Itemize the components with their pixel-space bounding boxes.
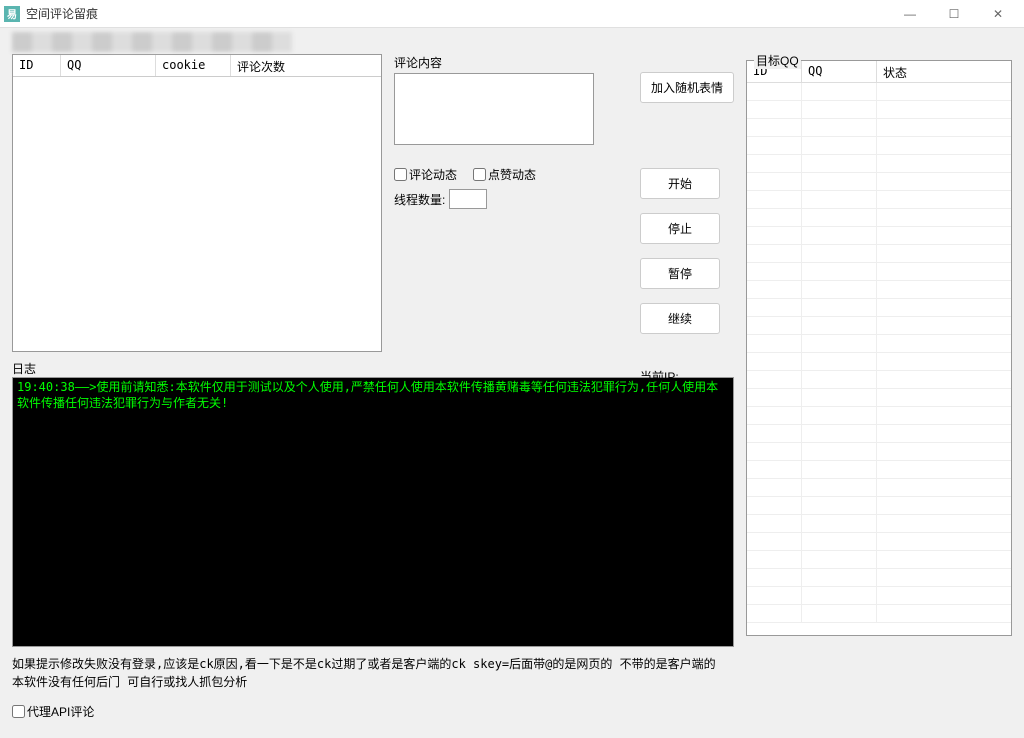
accounts-table-header: ID QQ cookie 评论次数 xyxy=(13,55,381,77)
add-emoji-button[interactable]: 加入随机表情 xyxy=(640,72,734,103)
table-row[interactable] xyxy=(747,425,1011,443)
stop-button[interactable]: 停止 xyxy=(640,213,720,244)
blurred-toolbar xyxy=(12,32,292,52)
table-row[interactable] xyxy=(747,281,1011,299)
table-row[interactable] xyxy=(747,533,1011,551)
table-row[interactable] xyxy=(747,155,1011,173)
options-row: 评论动态 点赞动态 xyxy=(394,166,632,183)
table-row[interactable] xyxy=(747,569,1011,587)
table-row[interactable] xyxy=(747,227,1011,245)
target-qq-label: 目标QQ xyxy=(754,52,801,69)
like-dynamic-checkbox[interactable] xyxy=(473,168,486,181)
thread-count-input[interactable] xyxy=(449,189,487,209)
table-row[interactable] xyxy=(747,443,1011,461)
resume-button[interactable]: 继续 xyxy=(640,303,720,334)
table-row[interactable] xyxy=(747,137,1011,155)
titlebar: 易 空间评论留痕 — ☐ ✕ xyxy=(0,0,1024,28)
col-cookie[interactable]: cookie xyxy=(156,55,231,76)
log-label: 日志 xyxy=(12,360,382,377)
col-id[interactable]: ID xyxy=(13,55,61,76)
accounts-table[interactable]: ID QQ cookie 评论次数 xyxy=(12,54,382,352)
target-qq-group: 目标QQ ID QQ 状态 xyxy=(746,60,1012,636)
close-button[interactable]: ✕ xyxy=(976,0,1020,28)
table-row[interactable] xyxy=(747,497,1011,515)
thread-label: 线程数量: xyxy=(394,191,445,208)
table-row[interactable] xyxy=(747,371,1011,389)
table-row[interactable] xyxy=(747,605,1011,623)
proxy-api-text: 代理API评论 xyxy=(27,703,94,720)
table-row[interactable] xyxy=(747,173,1011,191)
like-dynamic-text: 点赞动态 xyxy=(488,166,536,183)
comment-dynamic-checkbox[interactable] xyxy=(394,168,407,181)
table-row[interactable] xyxy=(747,101,1011,119)
table-row[interactable] xyxy=(747,479,1011,497)
col-comment-count[interactable]: 评论次数 xyxy=(231,55,381,76)
comment-dynamic-text: 评论动态 xyxy=(409,166,457,183)
table-row[interactable] xyxy=(747,209,1011,227)
ip-value: 未获取 xyxy=(640,387,720,406)
right-column: 目标QQ ID QQ 状态 xyxy=(746,54,1012,720)
proxy-api-checkbox-label[interactable]: 代理API评论 xyxy=(12,703,382,720)
comment-textarea[interactable] xyxy=(394,73,594,145)
control-buttons: 开始 停止 暂停 继续 当前IP: 未获取 xyxy=(640,168,720,406)
left-column: ID QQ cookie 评论次数 日志 19:40:38——>使用前请知悉:本… xyxy=(12,54,382,720)
table-row[interactable] xyxy=(747,119,1011,137)
app-icon: 易 xyxy=(4,6,20,22)
table-row[interactable] xyxy=(747,245,1011,263)
log-section: 日志 19:40:38——>使用前请知悉:本软件仅用于测试以及个人使用,严禁任何… xyxy=(12,360,382,647)
table-row[interactable] xyxy=(747,389,1011,407)
maximize-button[interactable]: ☐ xyxy=(932,0,976,28)
table-row[interactable] xyxy=(747,587,1011,605)
table-row[interactable] xyxy=(747,515,1011,533)
table-row[interactable] xyxy=(747,191,1011,209)
table-row[interactable] xyxy=(747,299,1011,317)
table-row[interactable] xyxy=(747,353,1011,371)
ip-label-text: 当前IP: xyxy=(640,368,720,387)
table-row[interactable] xyxy=(747,551,1011,569)
content-area: ID QQ cookie 评论次数 日志 19:40:38——>使用前请知悉:本… xyxy=(0,28,1024,738)
target-col-status[interactable]: 状态 xyxy=(877,61,1011,82)
table-row[interactable] xyxy=(747,317,1011,335)
table-row[interactable] xyxy=(747,263,1011,281)
start-button[interactable]: 开始 xyxy=(640,168,720,199)
target-qq-table[interactable]: ID QQ 状态 xyxy=(746,60,1012,636)
app-window: 易 空间评论留痕 — ☐ ✕ ID QQ cookie 评论次数 xyxy=(0,0,1024,738)
table-row[interactable] xyxy=(747,461,1011,479)
ip-info: 当前IP: 未获取 xyxy=(640,368,720,406)
comment-dynamic-label[interactable]: 评论动态 xyxy=(394,166,457,183)
col-qq[interactable]: QQ xyxy=(61,55,156,76)
table-row[interactable] xyxy=(747,335,1011,353)
target-table-body xyxy=(747,83,1011,635)
proxy-api-checkbox[interactable] xyxy=(12,705,25,718)
target-col-qq[interactable]: QQ xyxy=(802,61,877,82)
window-title: 空间评论留痕 xyxy=(26,5,888,22)
pause-button[interactable]: 暂停 xyxy=(640,258,720,289)
thread-row: 线程数量: xyxy=(394,189,632,209)
comment-label: 评论内容 xyxy=(394,54,632,71)
table-row[interactable] xyxy=(747,83,1011,101)
window-controls: — ☐ ✕ xyxy=(888,0,1020,28)
like-dynamic-label[interactable]: 点赞动态 xyxy=(473,166,536,183)
comment-group: 评论内容 评论动态 点赞动态 xyxy=(394,54,632,209)
table-row[interactable] xyxy=(747,407,1011,425)
minimize-button[interactable]: — xyxy=(888,0,932,28)
